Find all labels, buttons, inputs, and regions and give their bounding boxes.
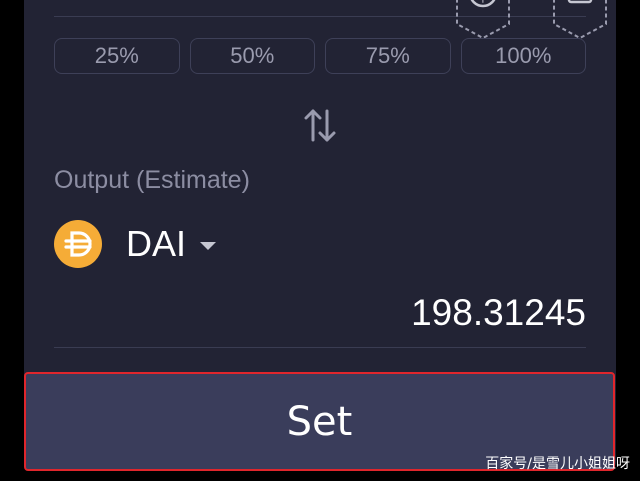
amount-divider bbox=[54, 347, 586, 348]
trash-hex-button[interactable] bbox=[550, 0, 610, 40]
watermark: 百家号/是雪儿小姐姐呀 bbox=[485, 456, 630, 472]
svg-text:$: $ bbox=[477, 0, 488, 5]
percent-25-button[interactable]: 25% bbox=[54, 38, 180, 74]
token-selector[interactable]: DAI bbox=[54, 219, 217, 269]
percent-50-button[interactable]: 50% bbox=[189, 38, 315, 74]
token-name: DAI bbox=[126, 223, 187, 264]
trash-icon bbox=[553, 0, 607, 40]
swap-arrows-icon[interactable] bbox=[302, 107, 338, 145]
dollar-hex-button[interactable]: $ bbox=[453, 0, 513, 40]
output-amount: 198.31245 bbox=[411, 292, 586, 333]
dollar-icon: $ bbox=[456, 0, 510, 40]
chevron-down-icon bbox=[200, 242, 217, 250]
dai-logo-icon bbox=[54, 220, 102, 268]
output-label: Output (Estimate) bbox=[54, 166, 250, 194]
percent-100-button[interactable]: 100% bbox=[460, 38, 586, 74]
percent-75-button[interactable]: 75% bbox=[325, 38, 451, 74]
percent-button-row: 25% 50% 75% 100% bbox=[54, 38, 586, 76]
